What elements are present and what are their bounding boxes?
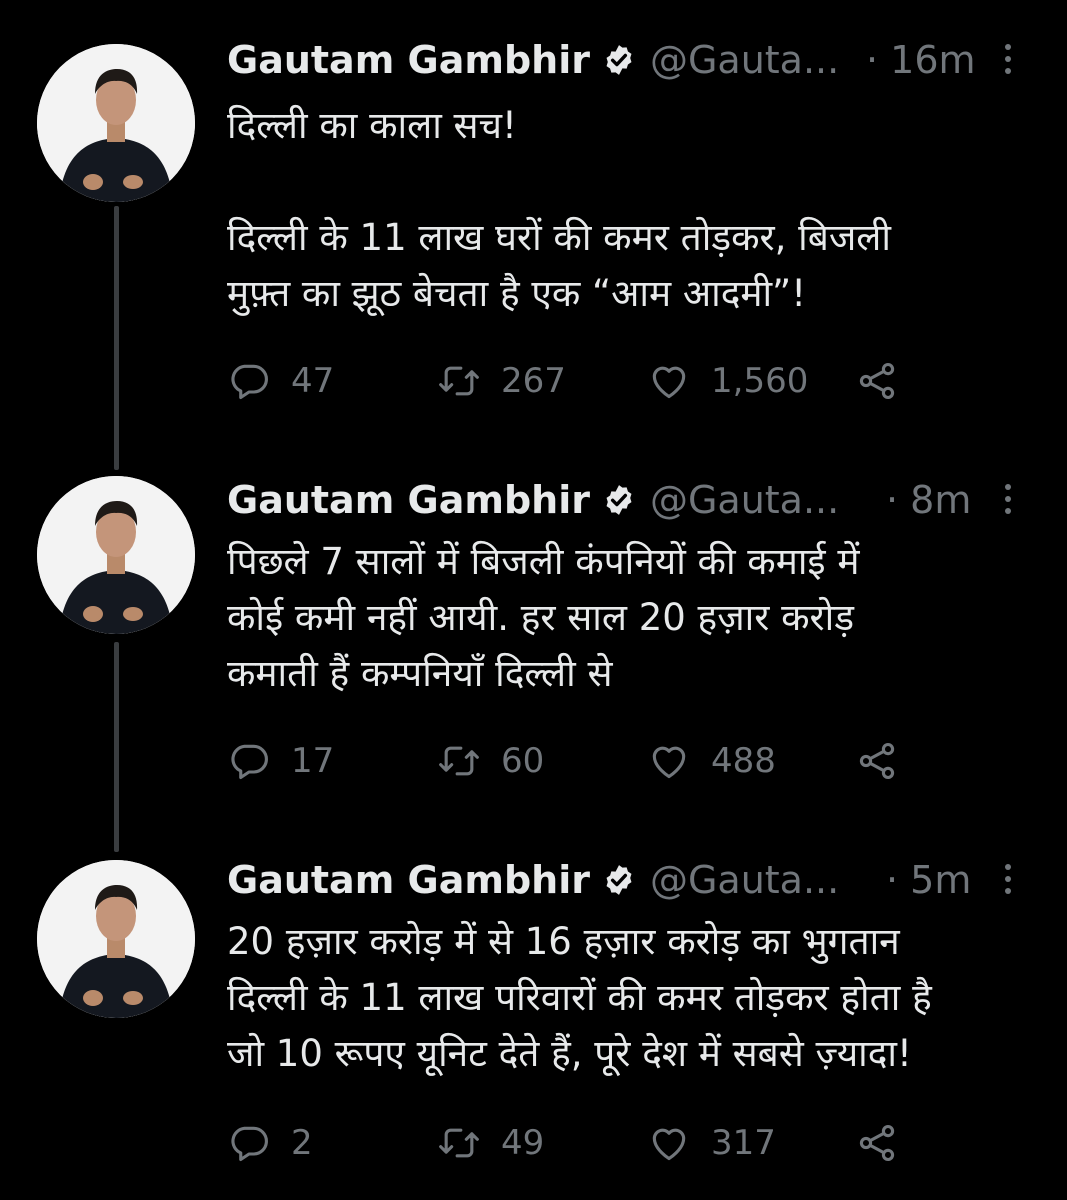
like-count: 1,560 [711, 361, 809, 401]
tweet-thread: Gautam Gambhir @Gauta... · 16m दिल्ली का… [0, 0, 1067, 1200]
tweet-text-line: पिछले 7 सालों में बिजली कंपनियों की कमाई… [227, 540, 860, 583]
tweet-text-line: दिल्ली का काला सच! [227, 104, 517, 147]
thread-connector-line [114, 206, 119, 470]
like-button[interactable]: 488 [647, 736, 776, 786]
like-button[interactable]: 317 [647, 1118, 776, 1168]
reply-count: 2 [291, 1123, 313, 1163]
tweet-1[interactable]: Gautam Gambhir @Gauta... · 16m दिल्ली का… [0, 30, 1067, 470]
like-button[interactable]: 1,560 [647, 356, 808, 406]
tweet-timestamp[interactable]: · 5m [886, 858, 971, 902]
reply-button[interactable]: 47 [227, 356, 334, 406]
author-avatar[interactable] [37, 476, 195, 634]
retweet-button[interactable]: 267 [437, 356, 566, 406]
verified-badge-icon [606, 865, 632, 895]
reply-icon [231, 364, 268, 400]
tweet-timestamp[interactable]: · 16m [866, 38, 976, 82]
more-options-icon[interactable] [998, 44, 1018, 80]
share-button[interactable] [855, 1118, 899, 1168]
retweet-count: 267 [501, 361, 566, 401]
share-icon [859, 362, 895, 400]
reply-icon [231, 744, 268, 780]
retweet-icon [439, 366, 479, 396]
tweet-actions: 17 60 488 [227, 736, 927, 786]
tweet-timestamp[interactable]: · 8m [886, 478, 971, 522]
more-options-icon[interactable] [998, 484, 1018, 520]
verified-badge-icon [606, 45, 632, 75]
retweet-count: 60 [501, 741, 545, 781]
tweet-text-line: कोई कमी नहीं आयी. हर साल 20 हज़ार करोड़ [227, 596, 855, 639]
tweet-3[interactable]: Gautam Gambhir @Gauta... · 5m 20 हज़ार क… [0, 850, 1067, 1190]
author-name[interactable]: Gautam Gambhir [227, 478, 590, 522]
reply-count: 17 [291, 741, 335, 781]
like-count: 488 [711, 741, 776, 781]
tweet-text-line: मुफ़्त का झूठ बेचता है एक “आम आदमी”! [227, 272, 807, 315]
author-handle[interactable]: @Gauta... [650, 478, 839, 522]
retweet-count: 49 [501, 1123, 545, 1163]
tweet-text-line: दिल्ली के 11 लाख घरों की कमर तोड़कर, बिज… [227, 216, 891, 259]
share-button[interactable] [855, 736, 899, 786]
reply-button[interactable]: 2 [227, 1118, 313, 1168]
reply-icon [231, 1126, 268, 1162]
like-count: 317 [711, 1123, 776, 1163]
more-options-icon[interactable] [998, 864, 1018, 900]
retweet-button[interactable]: 60 [437, 736, 544, 786]
heart-icon [652, 366, 686, 399]
tweet-text: पिछले 7 सालों में बिजली कंपनियों की कमाई… [227, 534, 1027, 702]
share-icon [859, 1124, 895, 1162]
thread-connector-line [114, 642, 119, 852]
tweet-actions: 47 267 1,560 [227, 356, 927, 406]
tweet-text-line: 20 हज़ार करोड़ में से 16 हज़ार करोड़ का … [227, 920, 900, 963]
reply-count: 47 [291, 361, 335, 401]
share-button[interactable] [855, 356, 899, 406]
reply-button[interactable]: 17 [227, 736, 334, 786]
verified-badge-icon [606, 485, 632, 515]
tweet-actions: 2 49 317 [227, 1118, 927, 1168]
author-handle[interactable]: @Gauta... [650, 38, 839, 82]
author-name[interactable]: Gautam Gambhir [227, 38, 590, 82]
tweet-text-line: दिल्ली के 11 लाख परिवारों की कमर तोड़कर … [227, 976, 932, 1019]
retweet-button[interactable]: 49 [437, 1118, 544, 1168]
heart-icon [652, 1128, 686, 1161]
heart-icon [652, 746, 686, 779]
author-avatar[interactable] [37, 44, 195, 202]
tweet-text: दिल्ली का काला सच! दिल्ली के 11 लाख घरों… [227, 98, 1027, 322]
tweet-text-line: कमाती हैं कम्पनियाँ दिल्ली से [227, 652, 613, 695]
tweet-text-line: जो 10 रूपए यूनिट देते हैं, पूरे देश में … [227, 1032, 912, 1075]
author-handle[interactable]: @Gauta... [650, 858, 839, 902]
author-avatar[interactable] [37, 860, 195, 1018]
share-icon [859, 742, 895, 780]
tweet-text: 20 हज़ार करोड़ में से 16 हज़ार करोड़ का … [227, 914, 1027, 1082]
retweet-icon [439, 746, 479, 776]
author-name[interactable]: Gautam Gambhir [227, 858, 590, 902]
tweet-2[interactable]: Gautam Gambhir @Gauta... · 8m पिछले 7 सा… [0, 470, 1067, 852]
retweet-icon [439, 1128, 479, 1158]
